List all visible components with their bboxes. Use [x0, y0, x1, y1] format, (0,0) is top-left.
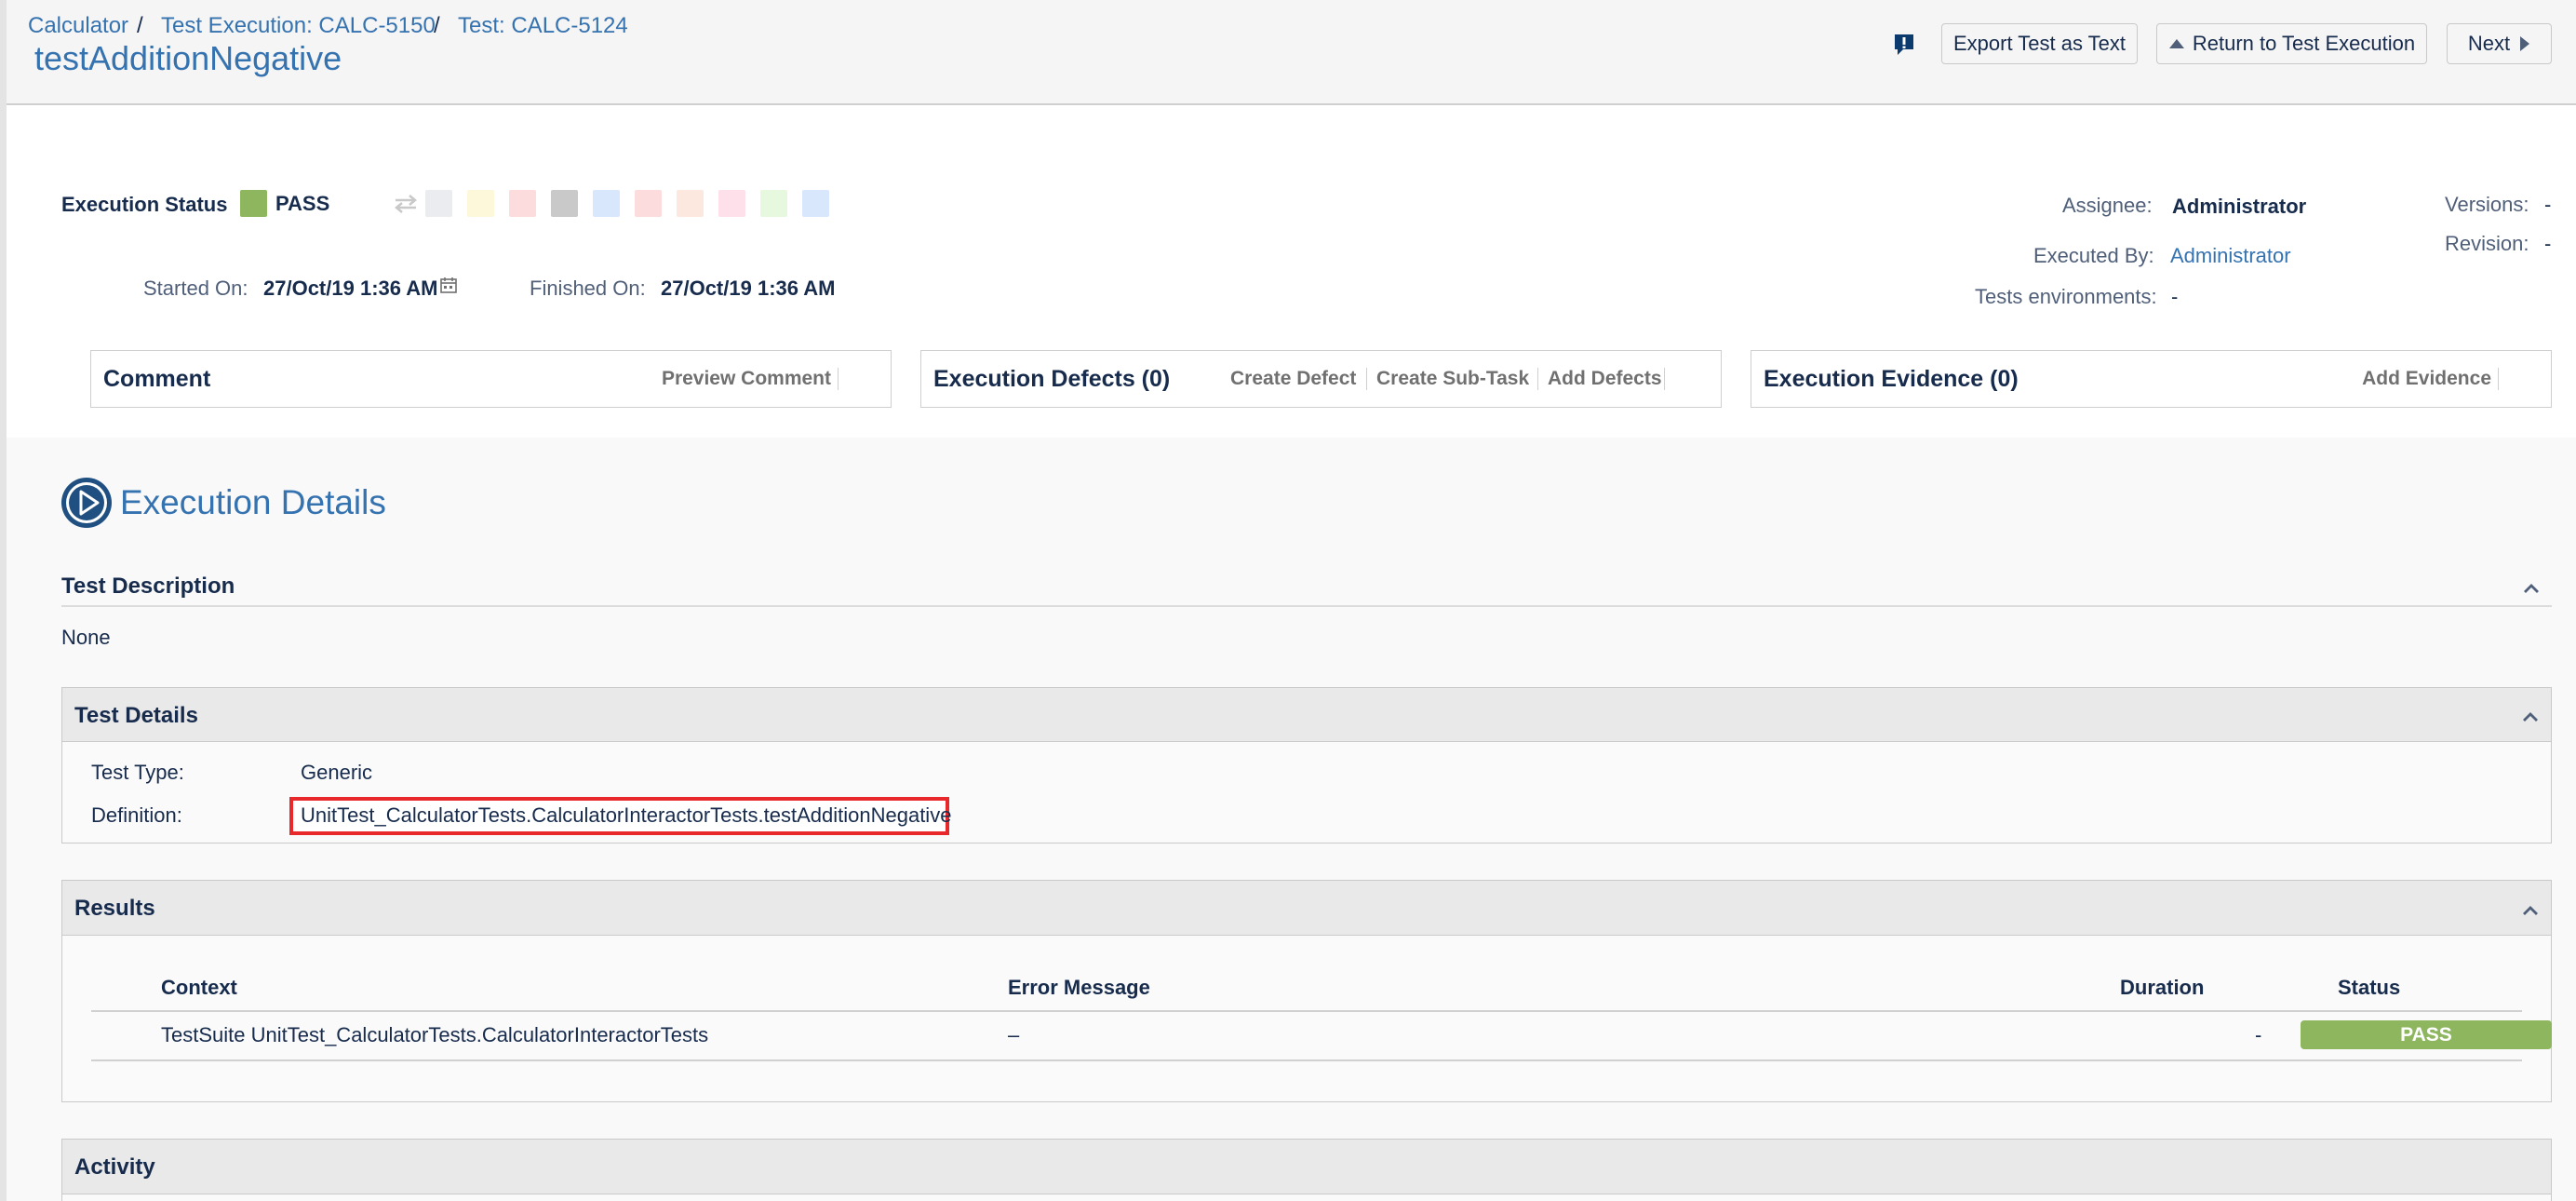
status-swatch[interactable]: [467, 190, 494, 217]
link-divider: [2498, 368, 2499, 390]
results-column-duration: Duration: [2120, 976, 2205, 999]
test-details-header: Test Details: [62, 688, 2551, 742]
chevron-up-icon[interactable]: [2519, 706, 2542, 728]
environments-value: -: [2171, 285, 2179, 308]
definition-label: Definition:: [91, 803, 182, 827]
next-label: Next: [2467, 32, 2511, 55]
results-panel: Results Context Error Message Duration S…: [61, 880, 2552, 1102]
breadcrumb-separator: /: [434, 13, 440, 38]
test-type-value: Generic: [301, 761, 373, 784]
link-divider: [1537, 368, 1538, 390]
started-on-value: 27/Oct/19 1:36 AM: [263, 277, 438, 300]
execution-details-heading: Execution Details: [120, 483, 386, 521]
return-to-execution-button[interactable]: Return to Test Execution: [2156, 23, 2427, 64]
execution-evidence-module: Execution Evidence (0) Add Evidence: [1751, 350, 2552, 408]
status-swatch[interactable]: [425, 190, 452, 217]
activity-panel: Activity: [61, 1139, 2552, 1201]
next-button[interactable]: Next: [2447, 23, 2552, 64]
assignee-value: Administrator: [2172, 195, 2307, 218]
breadcrumb-test-execution[interactable]: Test Execution: CALC-5150: [161, 13, 436, 39]
chevron-up-icon[interactable]: [2520, 577, 2542, 600]
add-defects-link[interactable]: Add Defects: [1548, 368, 1662, 390]
status-swatch[interactable]: [802, 190, 829, 217]
breadcrumb-calculator[interactable]: Calculator: [28, 13, 128, 39]
status-badge: PASS: [2301, 1020, 2552, 1049]
comment-module: Comment Preview Comment: [90, 350, 892, 408]
link-divider: [1664, 368, 1665, 390]
comment-title: Comment: [103, 366, 211, 392]
status-swatch[interactable]: [718, 190, 745, 217]
breadcrumb-test[interactable]: Test: CALC-5124: [458, 13, 628, 39]
create-defect-link[interactable]: Create Defect: [1230, 368, 1356, 390]
test-description-value: None: [61, 626, 111, 649]
test-type-label: Test Type:: [91, 761, 184, 784]
results-header: Results: [62, 881, 2551, 936]
evidence-title: Execution Evidence (0): [1764, 366, 2019, 392]
calendar-icon[interactable]: [439, 276, 458, 294]
play-circle-icon: [61, 478, 112, 528]
table-row: TestSuite UnitTest_CalculatorTests.Calcu…: [91, 1012, 2552, 1061]
test-description-title: Test Description: [61, 574, 235, 599]
result-duration: -: [2255, 1023, 2262, 1046]
versions-value: -: [2544, 193, 2552, 216]
result-context: TestSuite UnitTest_CalculatorTests.Calcu…: [161, 1023, 709, 1046]
page-title: testAdditionNegative: [34, 39, 342, 77]
triangle-up-icon: [2168, 39, 2184, 48]
link-divider: [1366, 368, 1367, 390]
status-swatch[interactable]: [760, 190, 787, 217]
page-header: Calculator / Test Execution: CALC-5150 /…: [7, 0, 2576, 105]
result-error: –: [1008, 1023, 1020, 1046]
link-divider: [838, 368, 839, 390]
executed-by-link[interactable]: Administrator: [2170, 244, 2291, 268]
return-label: Return to Test Execution: [2192, 32, 2416, 55]
test-details-panel: Test Details Test Type: Generic Definiti…: [61, 687, 2552, 843]
status-swatch[interactable]: [677, 190, 704, 217]
versions-label: Versions:: [2445, 193, 2529, 216]
executed-by-label: Executed By:: [2033, 244, 2154, 267]
results-title: Results: [74, 896, 155, 921]
revision-value: -: [2544, 232, 2552, 255]
status-swatch[interactable]: [551, 190, 578, 217]
preview-comment-link[interactable]: Preview Comment: [662, 368, 831, 390]
status-swatch[interactable]: [509, 190, 536, 217]
left-gutter: [0, 0, 7, 1201]
transition-arrows-icon: [395, 195, 417, 213]
feedback-icon[interactable]: [1892, 33, 1916, 57]
breadcrumb-separator: /: [137, 13, 143, 38]
export-test-button[interactable]: Export Test as Text: [1941, 23, 2138, 64]
execution-status-label: Execution Status: [61, 193, 228, 216]
triangle-right-icon: [2520, 36, 2530, 51]
activity-title: Activity: [74, 1154, 155, 1180]
status-swatch[interactable]: [593, 190, 620, 217]
finished-on-value: 27/Oct/19 1:36 AM: [661, 277, 836, 300]
test-details-title: Test Details: [74, 703, 198, 728]
defects-title: Execution Defects (0): [933, 366, 1171, 392]
revision-label: Revision:: [2445, 232, 2529, 255]
assignee-label: Assignee:: [2062, 194, 2153, 217]
section-divider: [61, 605, 2552, 607]
results-column-error: Error Message: [1008, 976, 1150, 999]
definition-value: UnitTest_CalculatorTests.CalculatorInter…: [301, 803, 952, 827]
activity-header: Activity: [62, 1140, 2551, 1194]
create-subtask-link[interactable]: Create Sub-Task: [1376, 368, 1529, 390]
status-color-indicator: [240, 190, 267, 217]
results-column-context: Context: [161, 976, 237, 999]
started-on-label: Started On:: [143, 277, 248, 300]
results-column-status: Status: [2338, 976, 2401, 999]
chevron-up-icon[interactable]: [2519, 899, 2542, 922]
environments-label: Tests environments:: [1975, 285, 2157, 308]
execution-defects-module: Execution Defects (0) Create Defect Crea…: [920, 350, 1722, 408]
execution-status-value: PASS: [275, 192, 330, 215]
status-swatch[interactable]: [635, 190, 662, 217]
finished-on-label: Finished On:: [530, 277, 646, 300]
add-evidence-link[interactable]: Add Evidence: [2362, 368, 2491, 390]
